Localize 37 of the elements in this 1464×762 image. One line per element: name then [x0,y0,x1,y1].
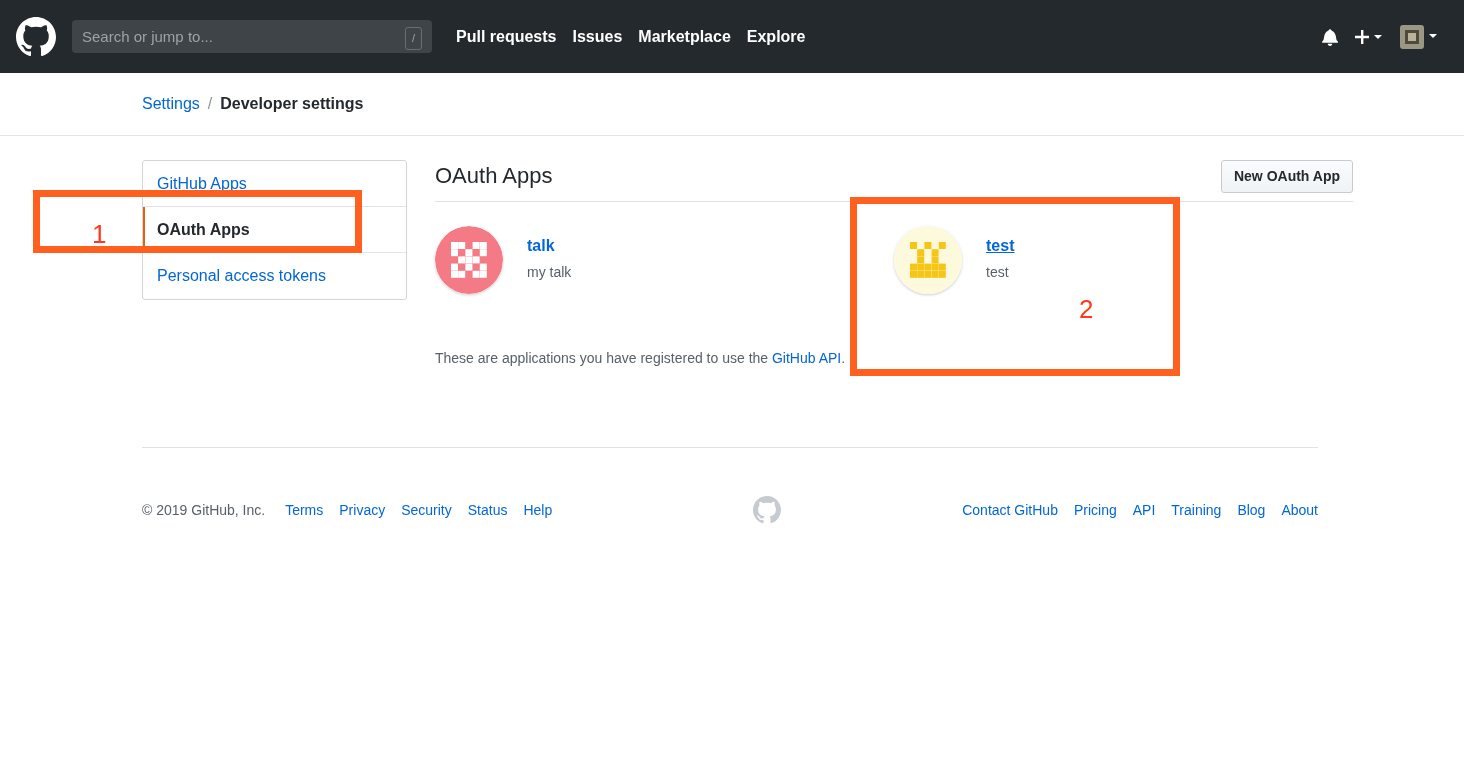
app-name-link[interactable]: test [986,234,1015,258]
footer-link[interactable]: Privacy [339,499,386,521]
breadcrumb-current: Developer settings [220,94,364,114]
github-api-link[interactable]: GitHub API [772,350,842,366]
footer-link[interactable]: Help [523,499,553,521]
registration-note: These are applications you have registered to use the GitHub API. [435,349,847,368]
annotation-number: 2 [1079,296,1094,322]
nav-link[interactable]: Marketplace [638,24,731,49]
github-logo-icon[interactable] [16,16,56,57]
footer-link[interactable]: Contact GitHub [962,499,1058,521]
plus-dropdown-icon[interactable] [1354,28,1384,45]
breadcrumb-separator: / [207,94,213,114]
annotation-number: 1 [92,221,107,247]
sidebar-item[interactable]: Personal access tokens [143,253,406,299]
footer-link[interactable]: API [1132,499,1156,521]
footer-link[interactable]: Blog [1237,499,1266,521]
footer-link[interactable]: Training [1171,499,1222,521]
keyboard-shortcut-hint: / [404,27,422,50]
new-oauth-app-button[interactable]: New OAuth App [1220,160,1353,193]
nav-link[interactable]: Explore [746,24,806,49]
app-description: test [986,263,1010,282]
nav-link[interactable]: Pull requests [456,24,557,49]
copyright-text: © 2019 GitHub, Inc. [142,500,266,520]
breadcrumb-link[interactable]: Settings [142,92,200,116]
sidebar-item[interactable]: OAuth Apps [143,207,406,253]
footer-link[interactable]: Terms [285,499,324,521]
notifications-bell-icon[interactable] [1322,27,1338,46]
nav-link[interactable]: Issues [572,24,623,49]
sidebar-item[interactable]: GitHub Apps [143,161,406,207]
user-avatar-dropdown-icon[interactable] [1400,24,1440,49]
page-title: OAuth Apps [435,163,553,190]
footer-link[interactable]: About [1281,499,1318,521]
footer-link[interactable]: Security [401,499,452,521]
app-name-link[interactable]: talk [527,234,572,258]
app-description: my talk [527,263,572,282]
footer-link[interactable]: Status [467,499,508,521]
footer-link[interactable]: Pricing [1073,499,1117,521]
